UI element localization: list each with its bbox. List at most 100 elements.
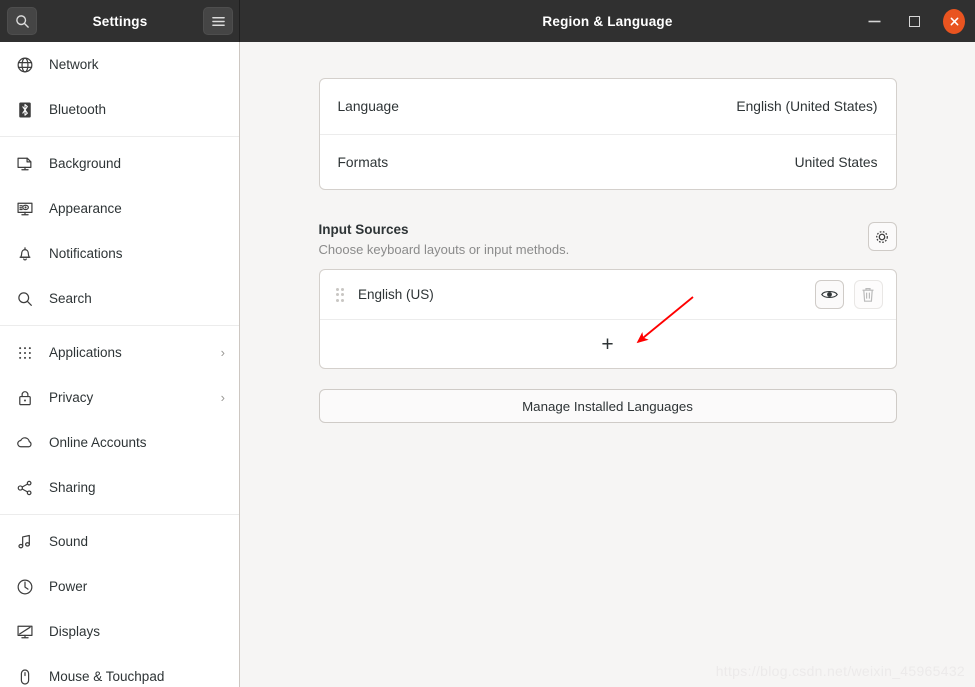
row-value: United States — [795, 155, 878, 170]
sidebar-divider — [0, 514, 239, 515]
maximize-icon — [909, 16, 920, 27]
share-nodes-icon — [16, 479, 34, 497]
input-sources-subtitle: Choose keyboard layouts or input methods… — [319, 242, 868, 257]
cloud-icon — [16, 434, 34, 452]
search-icon — [16, 290, 34, 308]
sidebar-item-sound[interactable]: Sound — [0, 519, 239, 564]
sidebar-headerbar: Settings — [0, 0, 240, 42]
search-icon — [16, 290, 34, 308]
row-label: Language — [338, 99, 399, 114]
settings-window: Settings Region & Language — [0, 0, 975, 687]
sidebar-item-label: Privacy — [49, 390, 206, 405]
maximize-button[interactable] — [903, 10, 925, 32]
close-button[interactable] — [943, 10, 965, 32]
lock-icon — [16, 389, 34, 407]
watermark: https://blog.csdn.net/weixin_45965432 — [716, 663, 965, 679]
sidebar-item-displays[interactable]: Displays — [0, 609, 239, 654]
plus-icon: + — [601, 334, 613, 355]
background-monitor-icon — [16, 155, 34, 173]
sidebar-item-applications[interactable]: Applications › — [0, 330, 239, 375]
window-controls — [863, 10, 965, 32]
sidebar-divider — [0, 136, 239, 137]
sidebar-item-online-accounts[interactable]: Online Accounts — [0, 420, 239, 465]
sidebar-item-bluetooth[interactable]: Bluetooth — [0, 87, 239, 132]
sidebar-item-label: Power — [49, 579, 225, 594]
hamburger-menu-icon — [211, 15, 226, 28]
sidebar-item-privacy[interactable]: Privacy › — [0, 375, 239, 420]
add-input-source-button[interactable]: + — [320, 319, 896, 368]
chevron-right-icon: › — [221, 345, 225, 360]
window-headerbar: Region & Language — [240, 0, 975, 42]
globe-icon — [16, 56, 34, 74]
sidebar-item-label: Applications — [49, 345, 206, 360]
row-language[interactable]: Language English (United States) — [320, 79, 896, 134]
input-sources-title: Input Sources — [319, 222, 868, 237]
eye-icon — [821, 288, 838, 301]
input-sources-card: English (US) — [319, 269, 897, 369]
sidebar-item-mouse-touchpad[interactable]: Mouse & Touchpad — [0, 654, 239, 687]
power-icon — [16, 578, 34, 596]
x-glyph — [950, 17, 959, 26]
gear-icon — [874, 229, 890, 245]
sidebar-item-sharing[interactable]: Sharing — [0, 465, 239, 510]
sidebar-item-network[interactable]: Network — [0, 42, 239, 87]
music-note-icon — [16, 533, 34, 551]
sidebar-item-label: Mouse & Touchpad — [49, 669, 225, 684]
music-note-icon — [16, 533, 34, 551]
menu-button[interactable] — [203, 7, 233, 35]
sidebar-item-label: Sound — [49, 534, 225, 549]
minimize-button[interactable] — [863, 10, 885, 32]
grid-dots-icon — [16, 344, 34, 362]
lock-icon — [16, 389, 34, 407]
sidebar-item-search[interactable]: Search — [0, 276, 239, 321]
row-label: Formats — [338, 155, 389, 170]
settings-sidebar: Network Bluetooth Background AppearanceNoti… — [0, 42, 240, 687]
share-nodes-icon — [16, 479, 34, 497]
appearance-monitor-icon — [16, 200, 34, 218]
titlebar: Settings Region & Language — [0, 0, 975, 42]
sidebar-item-label: Background — [49, 156, 225, 171]
manage-installed-languages-button[interactable]: Manage Installed Languages — [319, 389, 897, 423]
main-content: Language English (United States) Formats… — [240, 42, 975, 687]
drag-handle-icon[interactable] — [336, 288, 345, 302]
mouse-icon — [16, 668, 34, 686]
bluetooth-icon — [16, 101, 34, 119]
minimize-icon — [868, 20, 881, 23]
close-icon — [943, 9, 965, 34]
input-source-item[interactable]: English (US) — [320, 270, 896, 319]
sidebar-divider — [0, 325, 239, 326]
globe-icon — [16, 56, 34, 74]
language-card: Language English (United States) Formats… — [319, 78, 897, 190]
sidebar-item-label: Search — [49, 291, 225, 306]
remove-source-button[interactable] — [854, 280, 883, 309]
sidebar-title: Settings — [37, 14, 203, 29]
sidebar-item-label: Bluetooth — [49, 102, 225, 117]
bluetooth-icon — [16, 101, 34, 119]
preview-layout-button[interactable] — [815, 280, 844, 309]
bell-icon — [16, 245, 34, 263]
cloud-icon — [16, 434, 34, 452]
search-button[interactable] — [7, 7, 37, 35]
sidebar-item-label: Network — [49, 57, 225, 72]
bell-icon — [16, 245, 34, 263]
grid-dots-icon — [16, 344, 34, 362]
input-sources-header: Input Sources Choose keyboard layouts or… — [319, 222, 897, 257]
window-body: Network Bluetooth Background AppearanceNoti… — [0, 42, 975, 687]
sidebar-item-notifications[interactable]: Notifications — [0, 231, 239, 276]
sidebar-item-background[interactable]: Background — [0, 141, 239, 186]
trash-icon — [861, 287, 875, 303]
sidebar-item-label: Online Accounts — [49, 435, 225, 450]
sidebar-item-label: Displays — [49, 624, 225, 639]
input-options-button[interactable] — [868, 222, 897, 251]
background-monitor-icon — [16, 155, 34, 173]
display-icon — [16, 623, 34, 641]
search-icon — [15, 14, 30, 29]
appearance-monitor-icon — [16, 200, 34, 218]
chevron-right-icon: › — [221, 390, 225, 405]
row-formats[interactable]: Formats United States — [320, 134, 896, 189]
row-value: English (United States) — [736, 99, 877, 114]
sidebar-item-power[interactable]: Power — [0, 564, 239, 609]
power-icon — [16, 578, 34, 596]
sidebar-item-appearance[interactable]: Appearance — [0, 186, 239, 231]
mouse-icon — [16, 668, 34, 686]
